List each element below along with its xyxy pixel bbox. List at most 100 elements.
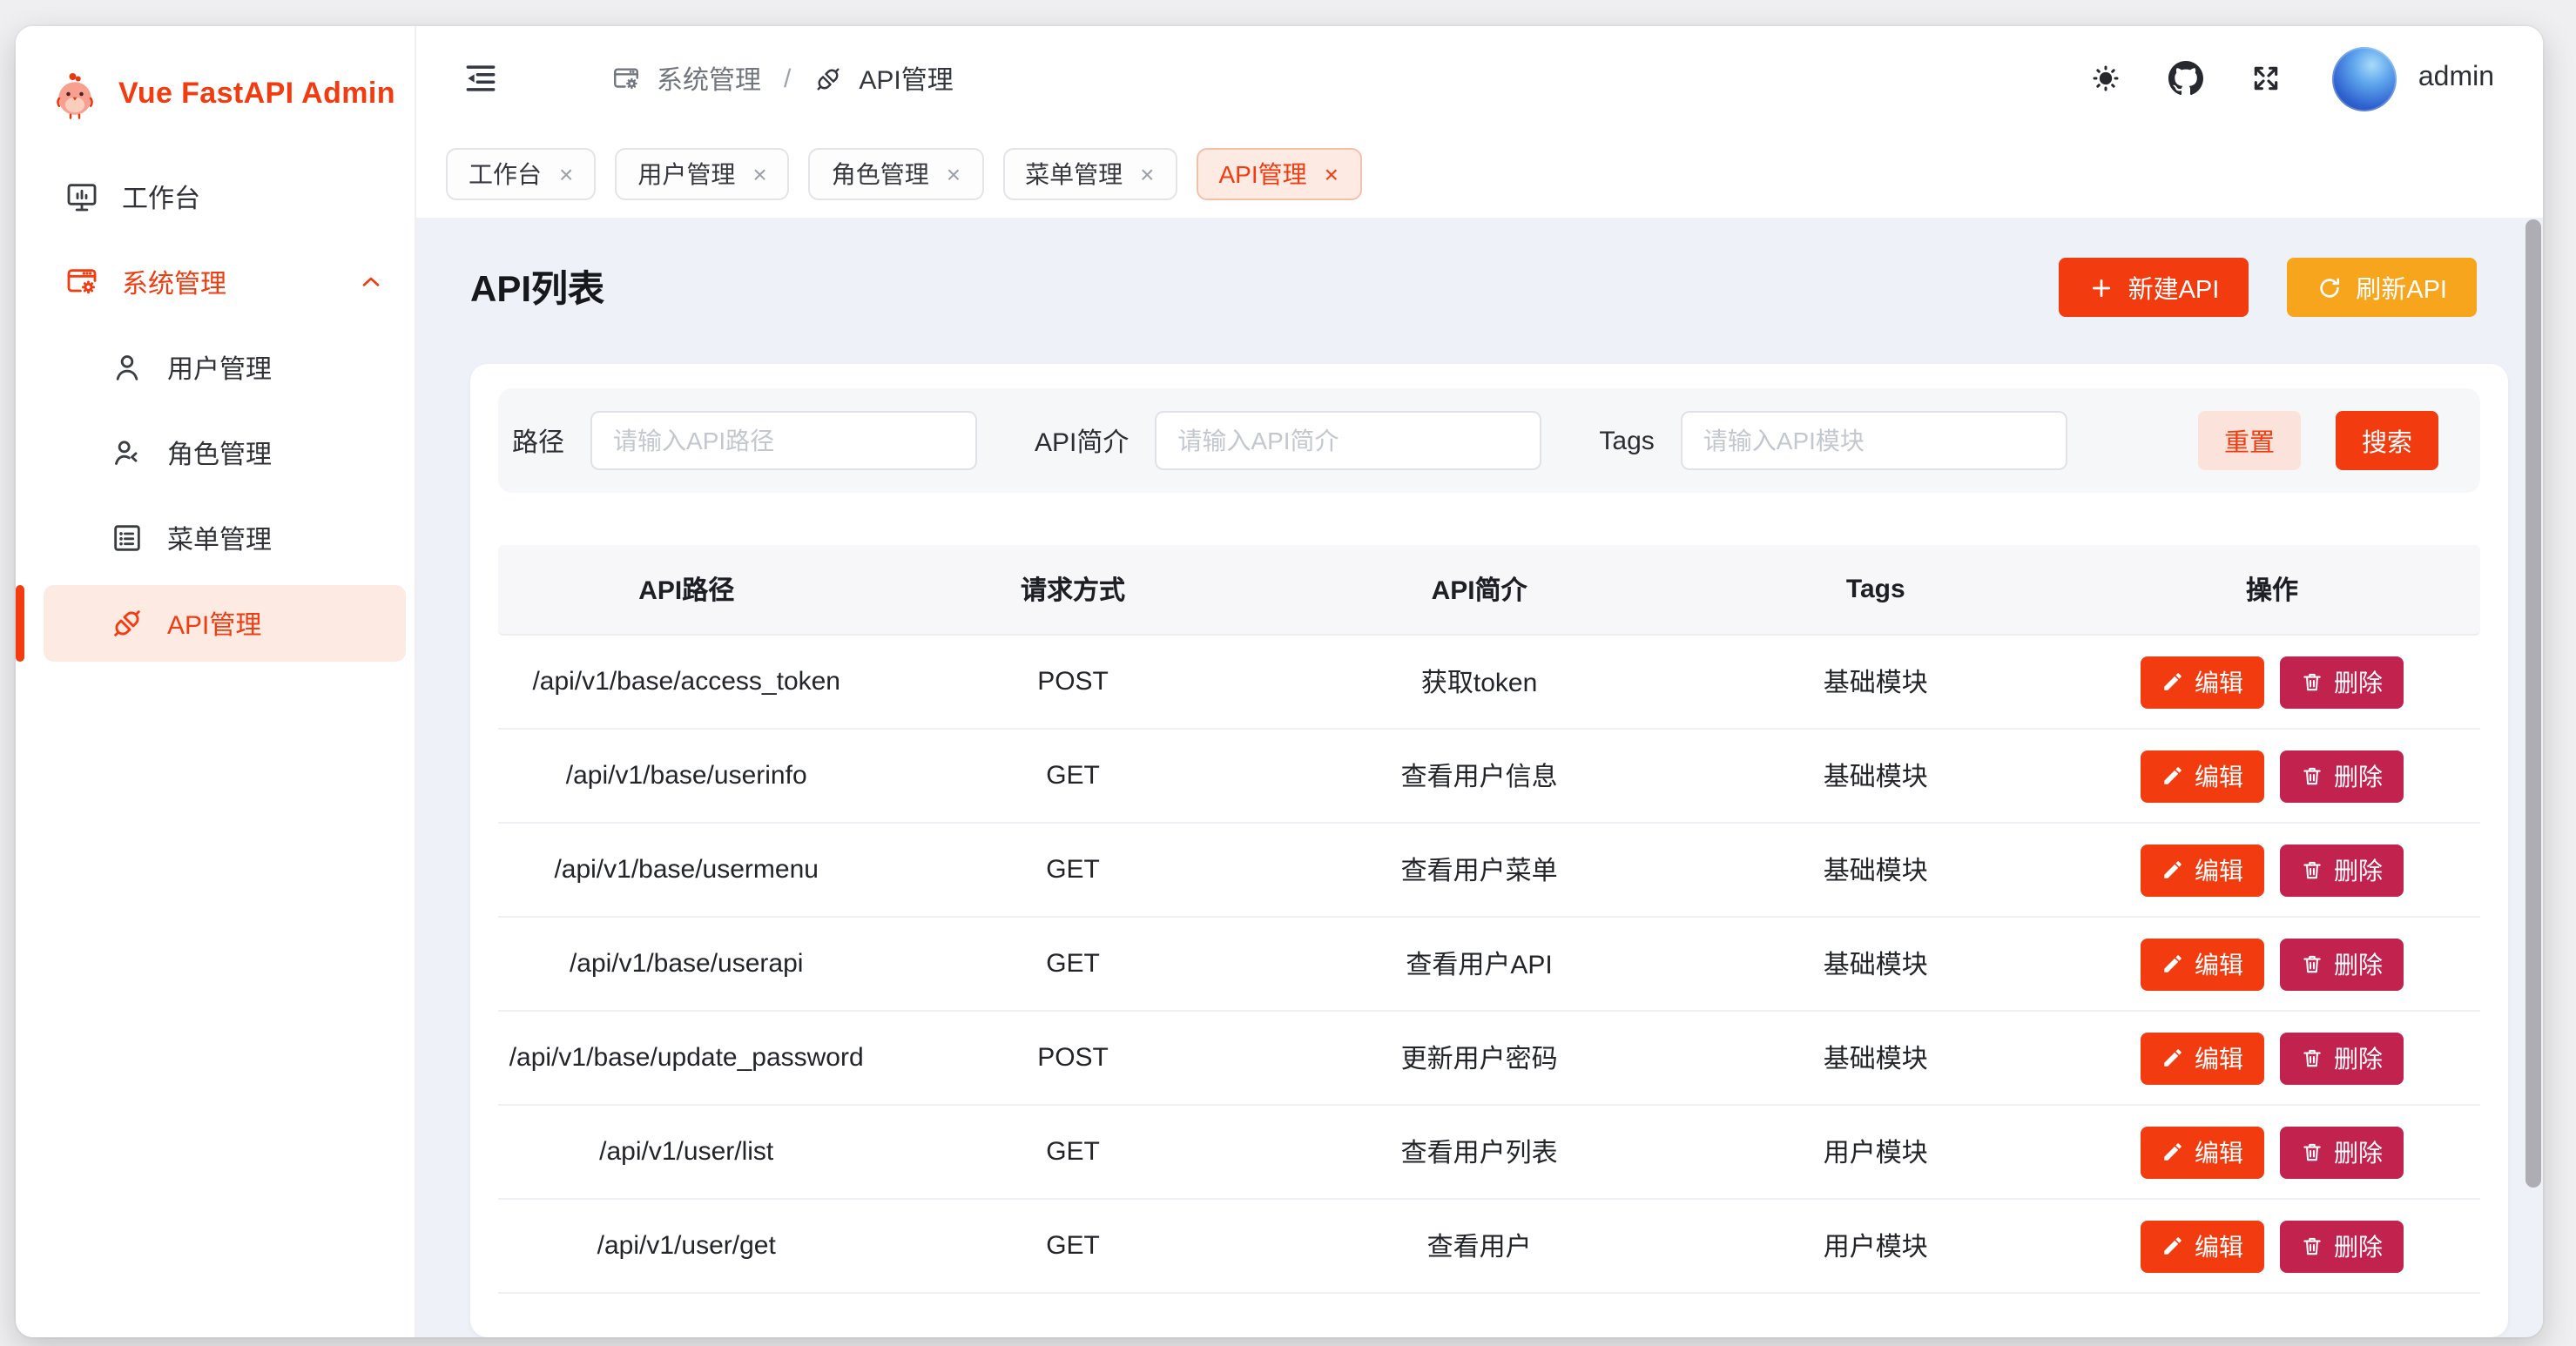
edit-button[interactable]: 编辑 [2141,1126,2264,1178]
breadcrumb-api[interactable]: API管理 [813,60,953,97]
delete-button[interactable]: 删除 [2280,1032,2404,1084]
cell-api-path: /api/v1/user/list [498,1137,874,1167]
close-icon[interactable]: × [1140,162,1154,186]
trash-icon [2301,1047,2323,1069]
refresh-icon [2316,274,2342,300]
tab-users[interactable]: 用户管理 × [615,148,789,200]
sidebar-item-system[interactable]: 系统管理 [44,244,406,320]
tab-label: 用户管理 [637,157,735,192]
table-row-partial [498,1294,2480,1337]
vertical-scrollbar-thumb[interactable] [2525,219,2541,1188]
cell-tags: 基础模块 [1688,851,2064,888]
trash-icon [2301,1235,2323,1257]
path-input[interactable] [590,411,977,470]
cell-summary: 查看用户API [1271,946,1688,982]
column-header-actions: 操作 [2064,571,2480,608]
sidebar-item-workbench[interactable]: 工作台 [44,158,406,235]
cell-summary: 查看用户菜单 [1271,851,1688,888]
search-button[interactable]: 搜索 [2336,411,2438,470]
breadcrumb-separator: / [784,64,791,93]
cell-method: POST [874,667,1271,697]
edit-label: 编辑 [2195,1134,2243,1169]
edit-button[interactable]: 编辑 [2141,1032,2264,1084]
delete-button[interactable]: 删除 [2280,1126,2404,1178]
user-avatar[interactable] [2333,46,2397,111]
delete-button[interactable]: 删除 [2280,844,2404,896]
cell-actions: 编辑 删除 [2064,1126,2480,1178]
username[interactable]: admin [2418,63,2494,94]
trash-icon [2301,952,2323,975]
sidebar-item-menus[interactable]: 菜单管理 [44,500,406,576]
breadcrumb-system[interactable]: 系统管理 [611,60,761,97]
brand-logo[interactable]: Vue FastAPI Admin [16,47,415,141]
tab-workbench[interactable]: 工作台 × [446,148,596,200]
table-row: /api/v1/base/access_token POST 获取token 基… [498,636,2480,730]
reset-button[interactable]: 重置 [2198,411,2301,470]
cell-summary: 查看用户列表 [1271,1134,1688,1170]
delete-button[interactable]: 删除 [2280,1220,2404,1272]
delete-label: 删除 [2334,664,2383,699]
trash-icon [2301,1141,2323,1163]
edit-label: 编辑 [2195,1228,2243,1263]
refresh-api-button[interactable]: 刷新API [2286,258,2477,317]
filter-tags-label: Tags [1599,426,1654,455]
sidebar-collapse-icon[interactable] [462,59,500,98]
pencil-icon [2161,952,2184,975]
delete-button[interactable]: 删除 [2280,750,2404,802]
chevron-up-icon [357,268,385,296]
sidebar-item-label: 角色管理 [167,434,272,471]
cell-method: GET [874,1231,1271,1261]
table-header-row: API路径 请求方式 API简介 Tags 操作 [498,545,2480,636]
close-icon[interactable]: × [559,162,573,186]
sidebar-item-users[interactable]: 用户管理 [44,329,406,406]
api-plug-icon [110,606,145,641]
new-api-button[interactable]: 新建API [2059,258,2249,317]
close-icon[interactable]: × [1325,162,1339,186]
cell-actions: 编辑 删除 [2064,750,2480,802]
summary-input[interactable] [1155,411,1541,470]
filter-tags: Tags [1599,411,2067,470]
delete-label: 删除 [2334,1134,2383,1169]
sidebar-item-roles[interactable]: 角色管理 [44,414,406,491]
breadcrumb-label: 系统管理 [657,60,761,97]
tab-label: API管理 [1219,157,1307,192]
sidebar-item-label: 菜单管理 [167,520,272,556]
close-icon[interactable]: × [752,162,766,186]
theme-sun-icon[interactable] [2089,61,2124,96]
edit-label: 编辑 [2195,852,2243,887]
github-icon[interactable] [2169,61,2204,96]
edit-button[interactable]: 编辑 [2141,1220,2264,1272]
sidebar-item-label: 用户管理 [167,349,272,386]
delete-button[interactable]: 删除 [2280,938,2404,990]
tags-input[interactable] [1681,411,2067,470]
edit-label: 编辑 [2195,758,2243,793]
trash-icon [2301,670,2323,693]
table-row: /api/v1/base/userapi GET 查看用户API 基础模块 编辑 [498,918,2480,1012]
sidebar: Vue FastAPI Admin 工作台 [16,26,416,1337]
page-content: API列表 新建API [416,218,2543,1337]
cell-method: GET [874,855,1271,885]
fullscreen-icon[interactable] [2249,61,2284,96]
cell-actions: 编辑 删除 [2064,844,2480,896]
sidebar-item-api[interactable]: API管理 [44,585,406,662]
cell-actions: 编辑 删除 [2064,656,2480,708]
edit-button[interactable]: 编辑 [2141,656,2264,708]
edit-button[interactable]: 编辑 [2141,938,2264,990]
filter-summary: API简介 [1035,411,1541,470]
pencil-icon [2161,764,2184,787]
close-icon[interactable]: × [947,162,961,186]
tab-menus[interactable]: 菜单管理 × [1002,148,1177,200]
pencil-icon [2161,1235,2184,1257]
cell-api-path: /api/v1/base/userinfo [498,761,874,791]
api-plug-icon [813,64,843,93]
delete-button[interactable]: 删除 [2280,656,2404,708]
breadcrumb-label: API管理 [859,60,953,97]
tab-api[interactable]: API管理 × [1197,148,1362,200]
edit-button[interactable]: 编辑 [2141,750,2264,802]
sidebar-item-label: 系统管理 [122,264,226,300]
tab-roles[interactable]: 角色管理 × [809,148,983,200]
cell-actions: 编辑 删除 [2064,1032,2480,1084]
edit-button[interactable]: 编辑 [2141,844,2264,896]
tab-label: 角色管理 [832,157,929,192]
tab-label: 工作台 [469,157,542,192]
